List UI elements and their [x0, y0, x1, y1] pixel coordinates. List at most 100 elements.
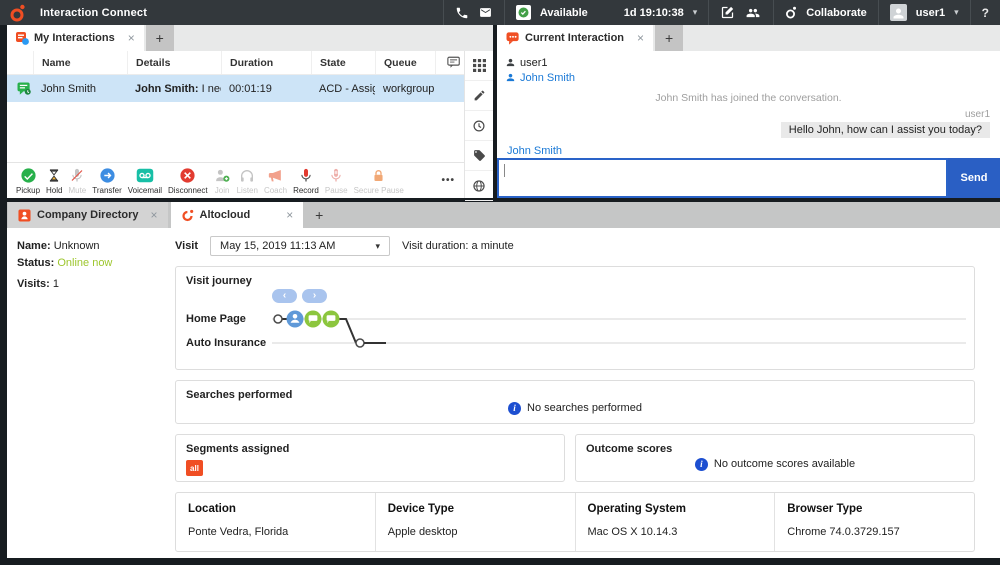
add-tab-button[interactable]: + [655, 25, 683, 51]
detail-location: Location Ponte Vedra, Florida [176, 493, 375, 551]
col-details[interactable]: Details [127, 51, 221, 74]
add-tab-button[interactable]: + [305, 202, 333, 228]
directory-icon [18, 209, 31, 222]
user-menu[interactable]: user1 ▾ [878, 0, 970, 25]
visit-select[interactable]: May 15, 2019 11:13 AM ▾ [210, 236, 390, 256]
coach-button[interactable]: Coach [261, 167, 290, 195]
journey-node-chat-1[interactable] [305, 311, 322, 328]
tab-my-interactions[interactable]: My Interactions × [7, 25, 144, 51]
detail-device-type: Device Type Apple desktop [375, 493, 575, 551]
phone-icon[interactable] [455, 6, 469, 20]
interaction-row-john-smith[interactable]: John Smith John Smith: I need so... 00:0… [7, 75, 464, 102]
col-name[interactable]: Name [33, 51, 127, 74]
send-button[interactable]: Send [948, 158, 1000, 198]
history-icon[interactable] [465, 111, 493, 141]
chat-transcript: John Smith has joined the conversation. … [497, 87, 1000, 158]
people-icon[interactable] [744, 6, 762, 20]
tab-altocloud[interactable]: Altocloud × [171, 202, 304, 228]
join-button[interactable]: Join [211, 167, 234, 195]
toolbar-overflow-button[interactable]: ••• [436, 175, 460, 186]
journey-node-visitor[interactable] [287, 311, 304, 328]
journey-row-label: Home Page [186, 307, 266, 331]
text-caret [504, 164, 505, 177]
record-button[interactable]: Record [290, 167, 322, 195]
detail-browser-type: Browser Type Chrome 74.0.3729.157 [774, 493, 974, 551]
row-duration: 00:01:19 [221, 83, 311, 95]
pickup-button[interactable]: Pickup [13, 167, 43, 195]
call-controls-toolbar: Pickup Hold Mute Transfer Voicemail [7, 162, 464, 198]
available-status-icon [516, 5, 531, 20]
globe-icon[interactable] [465, 171, 493, 201]
compose-icon[interactable] [720, 5, 735, 20]
status-selector[interactable]: Available 1d 19:10:38 ▾ [504, 0, 708, 25]
help-button[interactable]: ? [982, 6, 989, 20]
pause-button[interactable]: Pause [322, 167, 351, 195]
my-interactions-panel: My Interactions × + Name Details Duratio… [7, 25, 493, 198]
transfer-button[interactable]: Transfer [89, 167, 125, 195]
journey-timeline [272, 307, 966, 359]
journey-row-label: Auto Insurance [186, 331, 266, 355]
listen-icon [239, 167, 255, 185]
detail-operating-system: Operating System Mac OS X 10.14.3 [575, 493, 775, 551]
collaborate-button[interactable]: Collaborate [773, 0, 878, 25]
record-icon [298, 167, 314, 185]
col-duration[interactable]: Duration [221, 51, 311, 74]
interactions-table-header: Name Details Duration State Queue [7, 51, 464, 75]
participant-agent[interactable]: user1 [505, 55, 992, 70]
segments-assigned-box: Segments assigned all [175, 434, 565, 482]
mute-button[interactable]: Mute [65, 167, 89, 195]
col-queue[interactable]: Queue [375, 51, 435, 74]
tag-icon[interactable] [465, 141, 493, 171]
tab-label: Company Directory [37, 209, 138, 221]
journey-node-start[interactable] [274, 315, 282, 323]
message-author: user1 [507, 109, 990, 120]
mail-icon[interactable] [478, 6, 493, 19]
chevron-down-icon[interactable]: ▾ [693, 8, 698, 17]
chevron-down-icon: ▾ [954, 8, 959, 17]
chat-input-row: Send [497, 158, 1000, 198]
listen-button[interactable]: Listen [234, 167, 261, 195]
info-icon: i [695, 458, 708, 471]
genesys-logo-icon [9, 4, 26, 22]
grid-view-icon[interactable] [465, 51, 493, 81]
visit-label: Visit [175, 240, 198, 252]
current-interaction-panel: Current Interaction × + user1 John Smith… [497, 25, 1000, 198]
altocloud-content: Name: Unknown Status: Online now Visits:… [7, 228, 1000, 558]
visitor-info: Name: Unknown Status: Online now Visits:… [17, 238, 112, 293]
searches-empty-text: No searches performed [527, 402, 642, 414]
tab-current-interaction[interactable]: Current Interaction × [497, 25, 653, 51]
visit-journey-box: Visit journey ‹ › Home Page Auto Insuran… [175, 266, 975, 370]
close-icon[interactable]: × [128, 31, 135, 45]
status-label: Available [540, 7, 588, 19]
chat-response-icon[interactable] [435, 51, 464, 74]
chat-message-input[interactable] [497, 158, 948, 198]
tab-label: My Interactions [34, 32, 115, 44]
participant-customer[interactable]: John Smith [505, 70, 992, 85]
journey-node-auto-insurance[interactable] [356, 339, 364, 347]
visit-selected-value: May 15, 2019 11:13 AM [220, 240, 335, 252]
col-state[interactable]: State [311, 51, 375, 74]
add-tab-button[interactable]: + [146, 25, 174, 51]
secure-pause-button[interactable]: Secure Pause [351, 167, 407, 195]
view-options-strip [464, 51, 493, 198]
close-icon[interactable]: × [637, 31, 644, 45]
disconnect-button[interactable]: Disconnect [165, 167, 211, 195]
chevron-right-icon: › [313, 291, 316, 301]
journey-prev-button[interactable]: ‹ [272, 289, 297, 303]
tab-company-directory[interactable]: Company Directory × [8, 202, 168, 228]
visits-label: Visits: [17, 278, 50, 290]
journey-next-button[interactable]: › [302, 289, 327, 303]
hold-button[interactable]: Hold [43, 167, 65, 195]
disconnect-icon [179, 167, 196, 185]
chevron-left-icon: ‹ [283, 291, 286, 301]
close-icon[interactable]: × [150, 208, 157, 222]
pause-icon [328, 167, 344, 185]
pencil-icon[interactable] [465, 81, 493, 111]
interactions-empty-area [7, 102, 464, 162]
journey-node-chat-2[interactable] [323, 311, 340, 328]
secure-pause-lock-icon [371, 167, 386, 185]
visits-value: 1 [53, 278, 59, 290]
close-icon[interactable]: × [286, 208, 293, 222]
row-name: John Smith [33, 83, 127, 95]
voicemail-button[interactable]: Voicemail [125, 167, 165, 195]
